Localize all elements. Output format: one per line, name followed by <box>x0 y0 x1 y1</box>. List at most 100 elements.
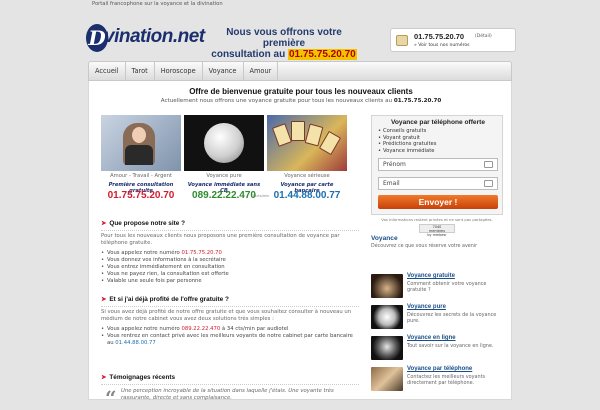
card-voyance-pure[interactable]: Voyance pure Voyance immédiate sans CB 0… <box>184 115 269 211</box>
card-pure-image <box>184 115 264 171</box>
promo-line2: consultation au 01.75.75.20.70 <box>204 49 364 60</box>
section-title-text: Témoignages récents <box>109 374 176 381</box>
sidebar-subtitle: Découvrez ce que vous réserve votre aven… <box>371 244 478 249</box>
section-intro: Si vous avez déjà profité de notre offre… <box>101 309 352 322</box>
nav-item-voyance[interactable]: Voyance <box>203 62 244 80</box>
section-title: ➤ Et si j'ai déjà profité de l'offre grat… <box>101 293 359 307</box>
phone-box: 01.75.75.20.70 (Détail) » Voir tous nos … <box>390 28 516 52</box>
card-number[interactable]: 01.44.88.00.77 <box>267 190 347 201</box>
prenom-placeholder: Prénom <box>383 161 406 168</box>
nav-item-tarot[interactable]: Tarot <box>126 62 155 80</box>
arrow-icon: ➤ <box>101 296 107 303</box>
header-promo: Nous vous offrons votre première consult… <box>204 27 364 60</box>
logo-word: vination.net <box>104 26 205 47</box>
arrow-icon: ➤ <box>101 220 107 227</box>
offer-title: Offre de bienvenue gratuite pour tous le… <box>189 87 413 96</box>
sidebar-item-desc: Contactez les meilleurs voyants directem… <box>407 374 486 386</box>
offer-cards: Amour - Travail - Argent Première consul… <box>101 115 347 211</box>
counter-brand: by mmbesr <box>427 233 447 237</box>
main-content: Offre de bienvenue gratuite pour tous le… <box>88 81 512 410</box>
form-benefits: Conseils gratuits Voyant gratuit Prédict… <box>378 128 436 154</box>
email-placeholder: Email <box>383 180 400 187</box>
list-item: Vous entrez immédiatement en consultatio… <box>101 264 359 271</box>
thumbnail-image <box>371 367 403 391</box>
section-title: ➤ Que propose notre site ? <box>101 217 359 231</box>
site-tagline: Portail francophone sur la voyance et la… <box>92 1 223 7</box>
nav-item-accueil[interactable]: Accueil <box>89 62 126 80</box>
member-counter: 7040 membres by mmbesr <box>419 224 455 237</box>
thumbnail-image <box>371 274 403 298</box>
crystal-ball-image <box>204 123 244 163</box>
list-item: Vous donnez vos informations à la secrét… <box>101 257 359 264</box>
quote-icon: “ <box>105 386 117 410</box>
phone-icon <box>396 35 408 46</box>
card-number[interactable]: 01.75.75.20.70 <box>101 190 181 201</box>
list-item: Valable une seule fois par personne <box>101 278 359 285</box>
submit-button[interactable]: Envoyer ! <box>378 195 498 209</box>
sidebar-item-voyance-telephone[interactable]: Voyance par téléphone Contactez les meil… <box>371 366 503 394</box>
section-list: Vous appelez notre numéro 089.22.22.470 … <box>101 326 359 347</box>
all-numbers-link[interactable]: » Voir tous nos numéros <box>414 43 470 48</box>
nav-item-horoscope[interactable]: Horoscope <box>155 62 203 80</box>
privacy-note: Vos informations restent privées et ne s… <box>381 217 493 222</box>
prenom-field[interactable]: Prénom <box>378 158 498 171</box>
list-item-number[interactable]: 01.44.88.00.77 <box>115 340 155 346</box>
list-item: Vous appelez notre numéro 01.75.75.20.70 <box>101 250 359 257</box>
phone-detail-link[interactable]: (Détail) <box>475 34 492 39</box>
thumbnail-image <box>371 305 403 329</box>
psychic-photo <box>123 123 155 165</box>
section-title-text: Que propose notre site ? <box>109 220 185 227</box>
callback-form: Voyance par téléphone offerte Conseils g… <box>371 115 503 215</box>
sidebar-item-desc: Découvrez les secrets de la voyance pure… <box>407 312 497 324</box>
site-header: D vination.net Nous vous offrons votre p… <box>84 20 516 60</box>
nav-item-amour[interactable]: Amour <box>244 62 279 80</box>
sidebar-item-title[interactable]: Voyance gratuite <box>407 273 455 279</box>
list-item-number[interactable]: 01.75.75.20.70 <box>181 250 221 256</box>
offer-sub-number: 01.75.75.20.70 <box>393 98 442 104</box>
card-caption: Amour - Travail - Argent <box>110 173 172 179</box>
section-intro: Pour tous les nouveaux clients nous prop… <box>101 233 340 246</box>
top-bar: Portail francophone sur la voyance et la… <box>0 0 600 9</box>
section-title-text: Et si j'ai déjà profité de l'offre gratu… <box>109 296 229 303</box>
site-logo[interactable]: D vination.net <box>84 24 205 52</box>
list-item-number[interactable]: 089.22.22.470 <box>181 326 220 332</box>
list-item: Vous ne payez rien, la consultation est … <box>101 271 359 278</box>
mail-icon <box>484 180 493 187</box>
list-item-text: Vous appelez notre numéro <box>107 250 182 256</box>
tarot-card-image <box>291 121 305 141</box>
section-list: Vous appelez notre numéro 01.75.75.20.70… <box>101 250 359 285</box>
section-title: ➤ Témoignages récents <box>101 371 359 385</box>
card-caption: Voyance pure <box>206 173 242 179</box>
sidebar-item-voyance-gratuite[interactable]: Voyance gratuite Comment obtenir votre v… <box>371 273 503 301</box>
promo-line1: Nous vous offrons votre première <box>226 27 342 49</box>
benefit-item: Voyance immédiate <box>378 148 436 155</box>
sidebar-item-voyance-en-ligne[interactable]: Voyance en ligne Tout savoir sur la voya… <box>371 335 503 363</box>
sidebar-item-title[interactable]: Voyance par téléphone <box>407 366 472 372</box>
user-icon <box>484 161 493 168</box>
offer-sub-text: Actuellement nous offrons une voyance gr… <box>160 98 393 104</box>
sidebar-item-voyance-pure[interactable]: Voyance pure Découvrez les secrets de la… <box>371 304 503 332</box>
list-item: Vous rentrez en contact privé avec les m… <box>101 333 359 347</box>
section-temoignages: ➤ Témoignages récents <box>101 371 359 385</box>
sidebar-item-title[interactable]: Voyance pure <box>407 304 446 310</box>
card-amour-image <box>101 115 181 171</box>
card-caption: Voyance sérieuse <box>284 173 330 179</box>
promo-number: 01.75.75.20.70 <box>287 49 357 60</box>
card-amour[interactable]: Amour - Travail - Argent Première consul… <box>101 115 181 211</box>
list-item-text: à 34 cts/min par audiotel <box>220 326 289 332</box>
email-field[interactable]: Email <box>378 177 498 190</box>
promo-line2-text: consultation au <box>211 49 286 60</box>
form-title: Voyance par téléphone offerte <box>390 119 486 126</box>
card-voyance-serieuse[interactable]: Voyance sérieuse Voyance par carte banca… <box>267 115 347 211</box>
sidebar-item-title[interactable]: Voyance en ligne <box>407 335 456 341</box>
list-item: Vous appelez notre numéro 089.22.22.470 … <box>101 326 359 333</box>
tarot-card-image <box>272 123 292 147</box>
sidebar-title: Voyance <box>371 235 398 242</box>
arrow-icon: ➤ <box>101 374 107 381</box>
sidebar-item-desc: Comment obtenir votre voyance gratuite ? <box>407 281 487 293</box>
section-que-propose: ➤ Que propose notre site ? Pour tous les … <box>101 217 359 285</box>
card-serieuse-image <box>267 115 347 171</box>
tarot-card-image <box>318 130 342 156</box>
section-offre-deja: ➤ Et si j'ai déjà profité de l'offre grat… <box>101 293 359 347</box>
list-item-text: Vous appelez notre numéro <box>107 326 182 332</box>
